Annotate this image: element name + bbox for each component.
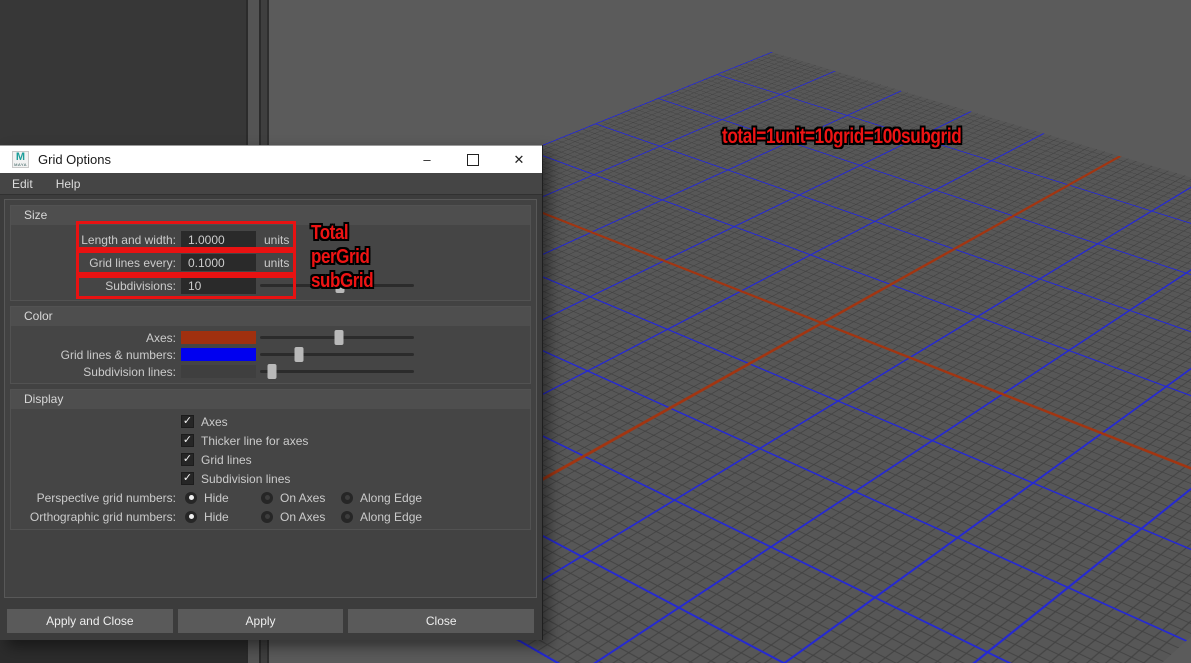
slider-handle[interactable] bbox=[294, 347, 303, 362]
grid-lines-checkbox-label: Grid lines bbox=[201, 452, 252, 467]
check-icon: ✓ bbox=[182, 415, 193, 427]
annotation-label-subgrid: subGrid bbox=[311, 270, 374, 292]
perspective-hide-radio[interactable] bbox=[185, 491, 197, 504]
maya-sub-glyph: MAYA bbox=[14, 162, 27, 167]
annotation-box-pergrid bbox=[76, 250, 296, 275]
axes-color-label: Axes: bbox=[145, 330, 176, 345]
outliner-panel-bottom bbox=[0, 638, 246, 663]
dialog-buttonbar: Apply and Close Apply Close bbox=[0, 602, 541, 640]
check-icon: ✓ bbox=[182, 434, 193, 446]
grid-lines-color-slider[interactable] bbox=[260, 346, 414, 363]
subdivision-lines-color-row: Subdivision lines: bbox=[11, 363, 530, 380]
check-icon: ✓ bbox=[182, 472, 193, 484]
grid-options-dialog: M MAYA Grid Options – ✕ Edit Help Size L… bbox=[0, 145, 543, 640]
menu-edit[interactable]: Edit bbox=[12, 177, 33, 191]
slider-handle[interactable] bbox=[267, 364, 277, 379]
radio-dot-icon bbox=[344, 514, 350, 519]
maximize-icon bbox=[467, 153, 479, 166]
close-action-button[interactable]: Close bbox=[348, 609, 534, 633]
axes-checkbox[interactable]: ✓ bbox=[181, 415, 194, 428]
axes-color-slider[interactable] bbox=[260, 329, 414, 346]
menu-help[interactable]: Help bbox=[56, 177, 81, 191]
slider-track bbox=[260, 353, 414, 356]
subdivision-lines-checkbox[interactable]: ✓ bbox=[181, 472, 194, 485]
close-icon: ✕ bbox=[513, 151, 525, 167]
thicker-line-checkbox[interactable]: ✓ bbox=[181, 434, 194, 447]
perspective-along-edge-label: Along Edge bbox=[360, 490, 423, 505]
close-button[interactable]: ✕ bbox=[496, 146, 542, 173]
grid-lines-color-swatch[interactable] bbox=[181, 348, 256, 361]
perspective-grid-numbers-row: Perspective grid numbers: Hide On Axes A… bbox=[11, 488, 530, 507]
check-icon: ✓ bbox=[182, 453, 193, 465]
slider-handle[interactable] bbox=[334, 330, 344, 345]
dialog-menubar: Edit Help bbox=[0, 173, 542, 195]
orthographic-on-axes-radio[interactable] bbox=[261, 510, 273, 523]
annotation-label-total: Total bbox=[311, 222, 349, 244]
orthographic-grid-numbers-row: Orthographic grid numbers: Hide On Axes … bbox=[11, 507, 530, 526]
apply-button[interactable]: Apply bbox=[177, 609, 344, 633]
subdivision-lines-color-swatch[interactable] bbox=[181, 365, 256, 378]
axes-color-swatch[interactable] bbox=[181, 331, 256, 344]
perspective-on-axes-label: On Axes bbox=[280, 490, 326, 505]
section-display: Display ✓ Axes ✓ Thicker line for axes ✓… bbox=[10, 389, 531, 530]
section-color-body: Axes: Grid lines & numbers: Subdivision … bbox=[11, 326, 530, 383]
viewport-annotation-text: total=1unit=10grid=100subgrid bbox=[722, 125, 962, 148]
dialog-title: Grid Options bbox=[38, 152, 111, 167]
grid-lines-checkbox[interactable]: ✓ bbox=[181, 453, 194, 466]
perspective-hide-label: Hide bbox=[204, 490, 229, 505]
maya-app-icon: M MAYA bbox=[12, 151, 29, 168]
orthographic-hide-label: Hide bbox=[204, 509, 229, 524]
maximize-button[interactable] bbox=[450, 146, 496, 173]
orthographic-along-edge-radio[interactable] bbox=[341, 510, 353, 523]
subdivision-lines-color-slider[interactable] bbox=[260, 363, 414, 380]
orthographic-on-axes-label: On Axes bbox=[280, 509, 326, 524]
dialog-titlebar[interactable]: M MAYA Grid Options – ✕ bbox=[0, 145, 542, 173]
minimize-button[interactable]: – bbox=[404, 146, 450, 173]
axes-color-row: Axes: bbox=[11, 329, 530, 346]
axes-checkbox-row: ✓ Axes bbox=[11, 412, 530, 431]
orthographic-hide-radio[interactable] bbox=[185, 510, 197, 523]
annotation-box-total bbox=[76, 221, 296, 250]
radio-dot-icon bbox=[344, 495, 350, 500]
section-display-header[interactable]: Display bbox=[11, 390, 530, 409]
perspective-along-edge-radio[interactable] bbox=[341, 491, 353, 504]
annotation-label-pergrid: perGrid bbox=[311, 246, 370, 268]
perspective-grid-numbers-label: Perspective grid numbers: bbox=[36, 490, 176, 505]
section-color-header[interactable]: Color bbox=[11, 307, 530, 326]
radio-dot-icon bbox=[188, 514, 194, 519]
radio-dot-icon bbox=[264, 514, 270, 519]
annotation-box-subgrid bbox=[76, 275, 296, 299]
section-color: Color Axes: Grid lines & numbers: Subdiv… bbox=[10, 306, 531, 384]
grid-lines-color-row: Grid lines & numbers: bbox=[11, 346, 530, 363]
thicker-line-checkbox-label: Thicker line for axes bbox=[201, 433, 309, 448]
axes-checkbox-label: Axes bbox=[201, 414, 228, 429]
subdivision-lines-checkbox-row: ✓ Subdivision lines bbox=[11, 469, 530, 488]
minimize-icon: – bbox=[423, 152, 431, 167]
subdivision-lines-color-label: Subdivision lines: bbox=[83, 364, 176, 379]
thicker-line-checkbox-row: ✓ Thicker line for axes bbox=[11, 431, 530, 450]
radio-dot-icon bbox=[264, 495, 270, 500]
subdivision-lines-checkbox-label: Subdivision lines bbox=[201, 471, 291, 486]
z-axis-line bbox=[456, 178, 1191, 521]
grid-lines-color-label: Grid lines & numbers: bbox=[60, 347, 176, 362]
window-controls: – ✕ bbox=[404, 146, 542, 173]
section-display-body: ✓ Axes ✓ Thicker line for axes ✓ Grid li… bbox=[11, 409, 530, 529]
orthographic-along-edge-label: Along Edge bbox=[360, 509, 423, 524]
slider-track bbox=[260, 370, 414, 373]
grid-lines-checkbox-row: ✓ Grid lines bbox=[11, 450, 530, 469]
orthographic-grid-numbers-label: Orthographic grid numbers: bbox=[29, 509, 176, 524]
radio-dot-icon bbox=[188, 495, 194, 500]
apply-and-close-button[interactable]: Apply and Close bbox=[7, 609, 173, 633]
perspective-on-axes-radio[interactable] bbox=[261, 491, 273, 504]
